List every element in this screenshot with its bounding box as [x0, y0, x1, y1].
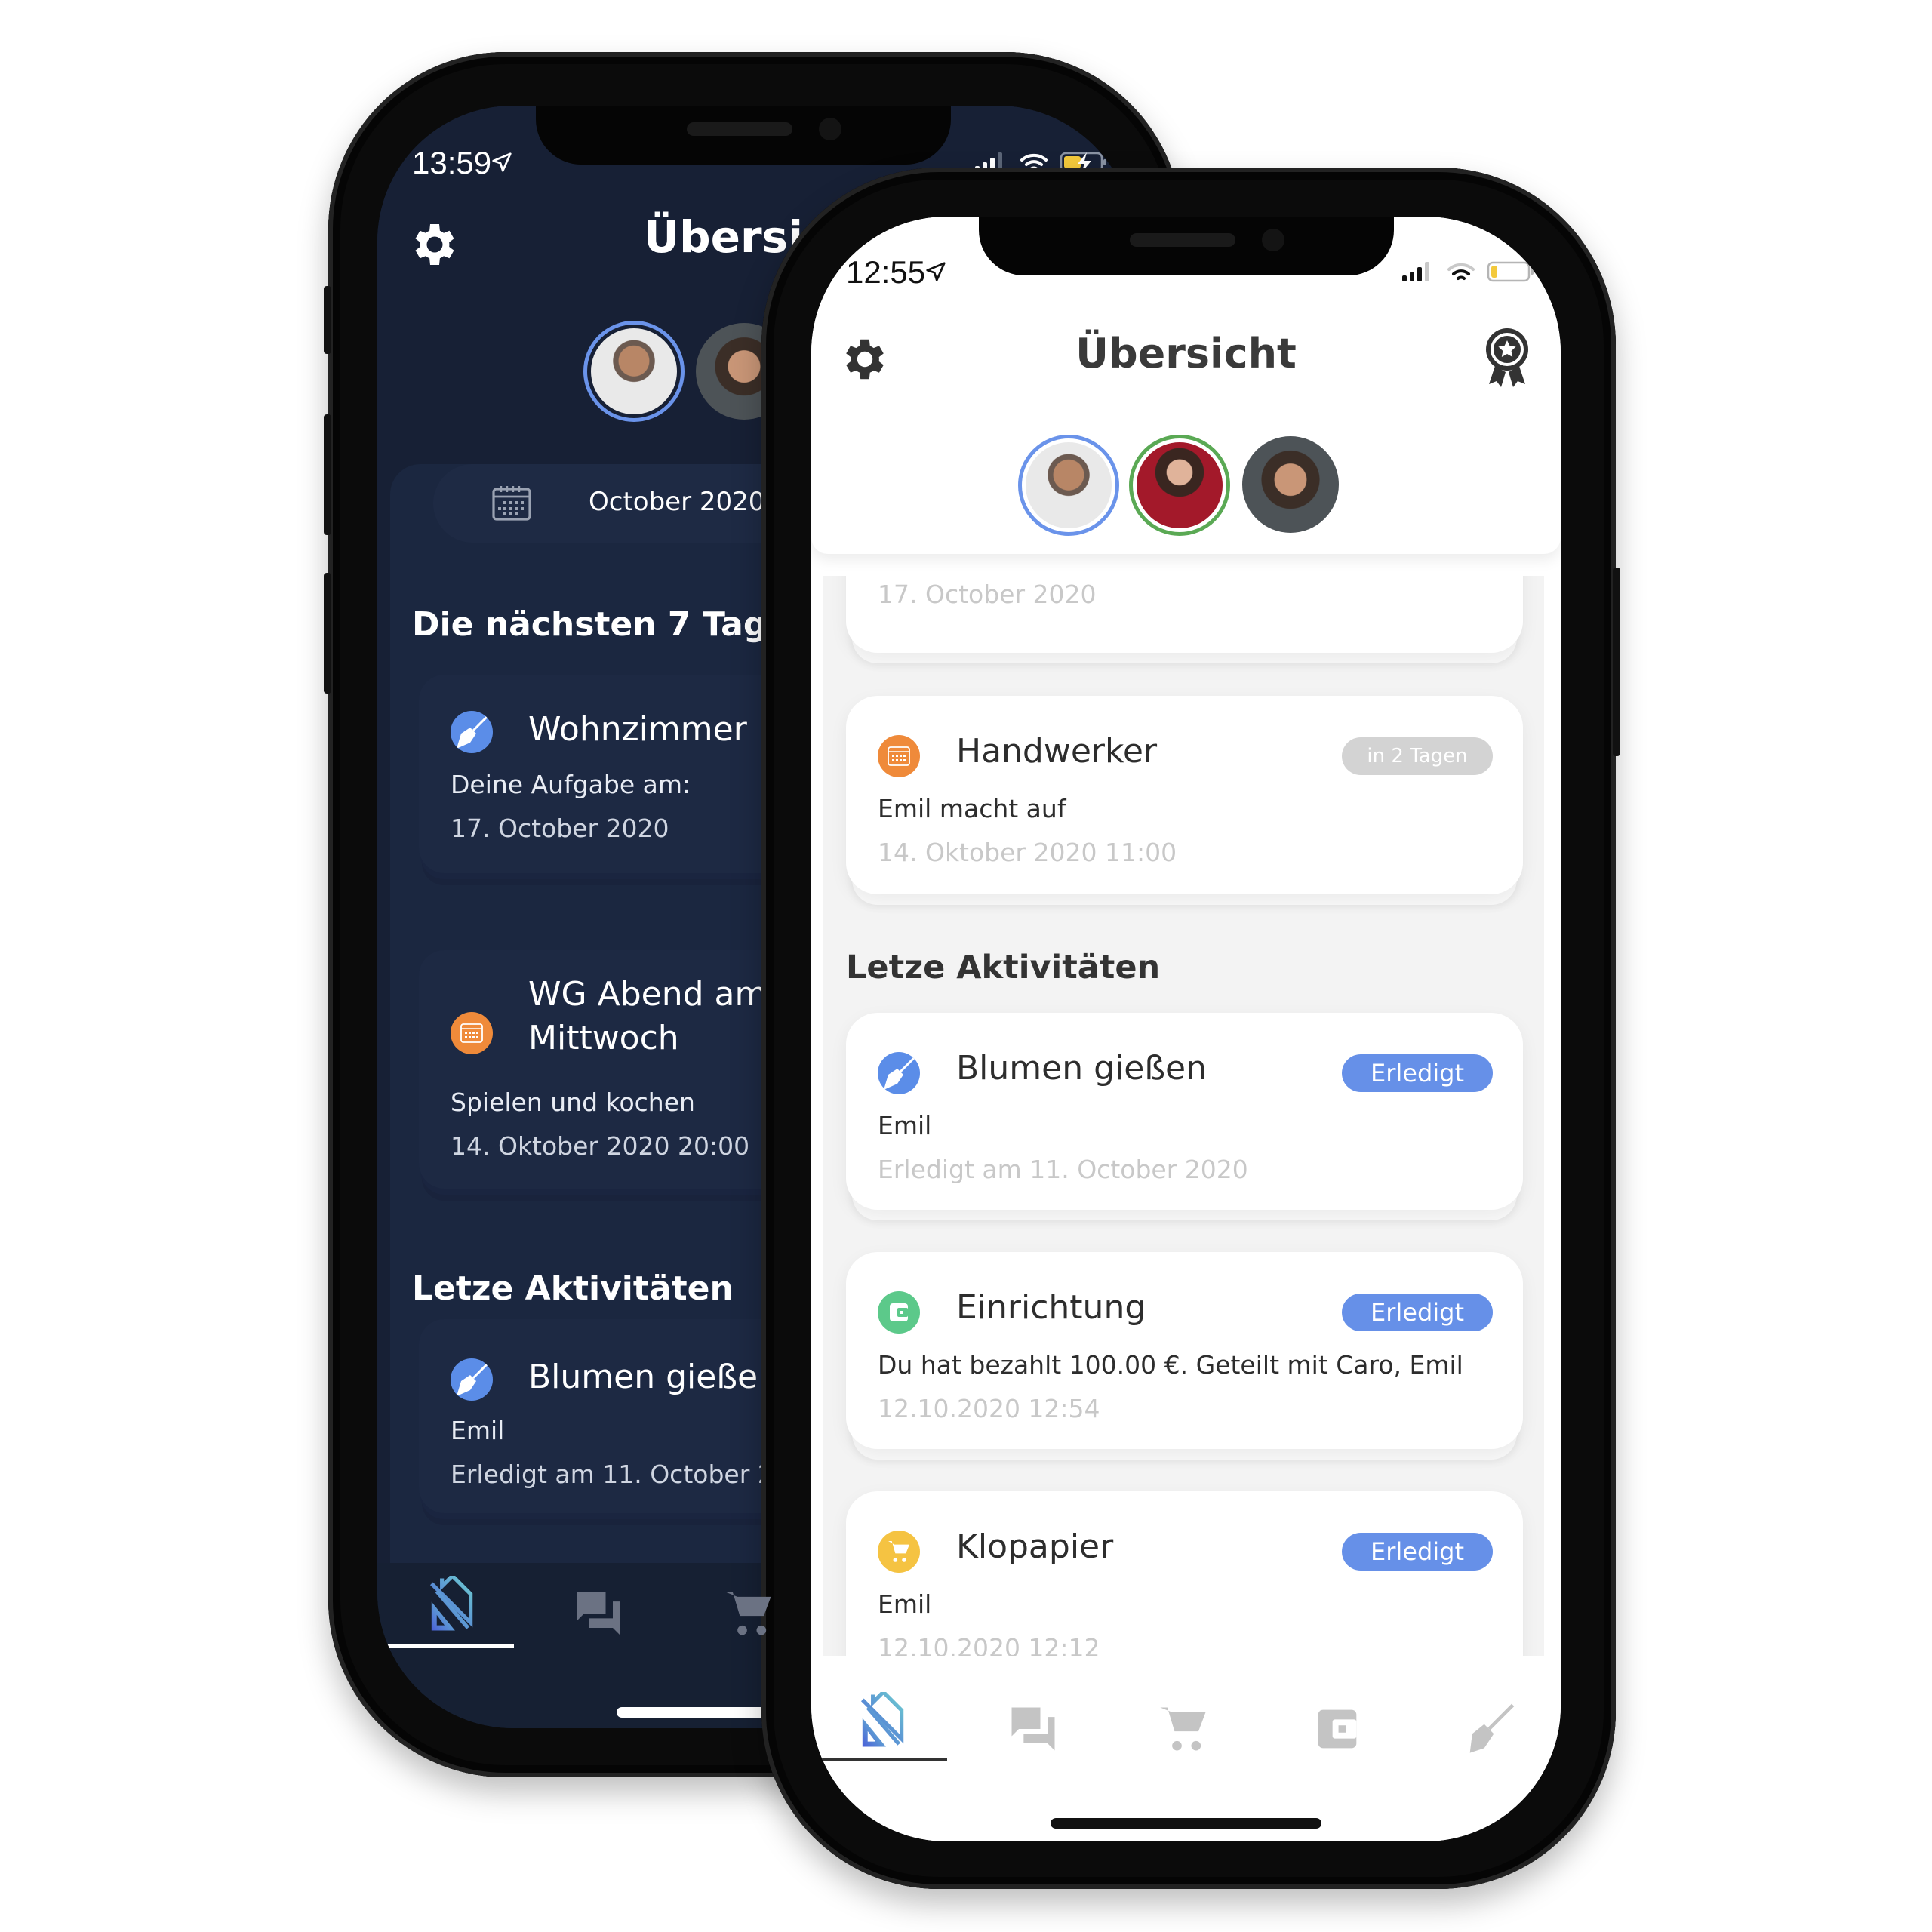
- tab-cart-icon[interactable]: [1155, 1700, 1213, 1758]
- broom-icon: [451, 711, 493, 753]
- light-screen: 12:55 Übersicht 17. October 2020 Handwer…: [811, 217, 1561, 1841]
- event-description: Spielen und kochen: [451, 1088, 695, 1117]
- activity-description: Du hat bezahlt 100.00 €. Geteilt mit Car…: [878, 1350, 1463, 1380]
- activity-date: 12.10.2020 12:54: [878, 1394, 1100, 1423]
- broom-icon: [878, 1052, 920, 1094]
- location-arrow-icon: [492, 152, 512, 172]
- activity-card[interactable]: Klopapier Erledigt Emil 12.10.2020 12:12: [846, 1491, 1523, 1656]
- activity-date: 12.10.2020 12:12: [878, 1633, 1100, 1656]
- event-title: Handwerker: [956, 732, 1158, 771]
- location-arrow-icon: [926, 262, 946, 281]
- tab-chat-icon[interactable]: [570, 1585, 627, 1642]
- done-badge: Erledigt: [1342, 1533, 1493, 1571]
- wifi-icon: [1447, 263, 1475, 280]
- battery-low-icon: [1487, 261, 1534, 282]
- task-card-partial[interactable]: 17. October 2020: [846, 576, 1523, 653]
- tab-home-icon[interactable]: [421, 1576, 478, 1633]
- wallet-icon: [878, 1291, 920, 1334]
- active-tab-indicator: [381, 1644, 514, 1648]
- home-indicator: [1051, 1818, 1321, 1829]
- activity-title: Klopapier: [956, 1527, 1114, 1566]
- award-badge-icon[interactable]: [1483, 327, 1531, 390]
- month-label: October 2020: [589, 487, 765, 517]
- content-scroll-area[interactable]: 17. October 2020 Handwerker in 2 Tagen E…: [823, 576, 1544, 1656]
- event-datetime: 14. Oktober 2020 20:00: [451, 1131, 750, 1161]
- activity-user: Emil: [878, 1111, 932, 1140]
- cart-icon: [878, 1531, 920, 1573]
- tab-cart-icon[interactable]: [721, 1585, 778, 1642]
- section-heading-recent: Letze Aktivitäten: [846, 949, 1161, 986]
- event-title: WG Abend am Mittwoch: [528, 975, 768, 1057]
- tab-home-icon[interactable]: [852, 1692, 909, 1749]
- broom-icon: [451, 1358, 493, 1401]
- activity-title: Blumen gießen: [528, 1358, 779, 1396]
- status-time: 13:59: [412, 145, 492, 180]
- volume-up-button: [324, 414, 331, 535]
- due-badge: in 2 Tagen: [1342, 737, 1493, 775]
- calendar-icon: [451, 1012, 493, 1054]
- active-tab-indicator: [815, 1758, 947, 1761]
- volume-down-button: [324, 573, 331, 694]
- power-button: [1613, 568, 1620, 756]
- tab-chat-icon[interactable]: [1004, 1700, 1062, 1758]
- task-title: Wohnzimmer: [528, 710, 747, 749]
- section-heading-upcoming: Die nächsten 7 Tage: [412, 605, 790, 644]
- tab-wallet-icon[interactable]: [1309, 1700, 1366, 1758]
- notch: [979, 217, 1394, 275]
- tab-chores-broom-icon[interactable]: [1460, 1700, 1518, 1758]
- page-title: Übersicht: [1075, 330, 1297, 377]
- avatar-user-1[interactable]: [591, 328, 677, 414]
- avatar-user-3[interactable]: [1242, 436, 1339, 533]
- task-date: 17. October 2020: [451, 814, 669, 843]
- status-icons: [1401, 260, 1535, 283]
- avatar-user-2[interactable]: [1137, 442, 1223, 528]
- avatar-user-1[interactable]: [1026, 442, 1112, 528]
- activity-card[interactable]: Einrichtung Erledigt Du hat bezahlt 100.…: [846, 1252, 1523, 1449]
- notch: [536, 106, 951, 165]
- activity-date: Erledigt am 11. October 2020: [878, 1155, 1248, 1184]
- event-card[interactable]: Handwerker in 2 Tagen Emil macht auf 14.…: [846, 696, 1523, 894]
- activity-title: Blumen gießen: [956, 1049, 1207, 1088]
- event-datetime: 14. Oktober 2020 11:00: [878, 838, 1177, 867]
- calendar-icon: [492, 486, 531, 521]
- signal-icon: [1402, 262, 1429, 281]
- light-mode-phone: 12:55 Übersicht 17. October 2020 Handwer…: [761, 168, 1620, 1889]
- status-time: 12:55: [846, 254, 926, 290]
- activity-user: Emil: [878, 1589, 932, 1619]
- task-date: 17. October 2020: [878, 580, 1097, 609]
- calendar-icon: [878, 735, 920, 777]
- task-subtitle: Deine Aufgabe am:: [451, 770, 691, 799]
- done-badge: Erledigt: [1342, 1294, 1493, 1331]
- done-badge: Erledigt: [1342, 1054, 1493, 1092]
- mute-switch: [324, 286, 331, 354]
- activity-card[interactable]: Blumen gießen Erledigt Emil Erledigt am …: [846, 1013, 1523, 1210]
- activity-user: Emil: [451, 1416, 505, 1445]
- section-heading-recent: Letze Aktivitäten: [412, 1269, 734, 1308]
- activity-title: Einrichtung: [956, 1288, 1146, 1327]
- settings-gear-icon[interactable]: [408, 217, 462, 272]
- event-description: Emil macht auf: [878, 794, 1066, 823]
